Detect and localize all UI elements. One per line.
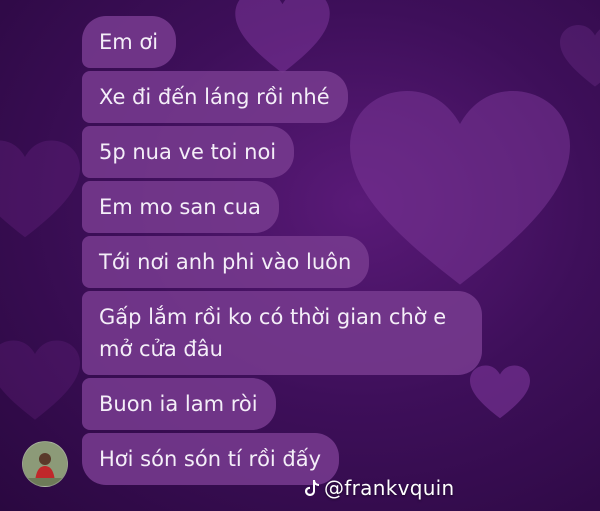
message-bubble[interactable]: 5p nua ve toi noi bbox=[82, 126, 295, 178]
message-bubble[interactable]: Buon ia lam ròi bbox=[82, 378, 276, 430]
watermark: @frankvquin bbox=[304, 476, 455, 500]
message-thread: Em ơi Xe đi đến láng rồi nhé 5p nua ve t… bbox=[0, 0, 600, 511]
message-bubble[interactable]: Hơi són són tí rồi đấy bbox=[82, 433, 340, 485]
message-bubble[interactable]: Em mo san cua bbox=[82, 181, 279, 233]
message-bubble[interactable]: Em ơi bbox=[82, 16, 177, 68]
watermark-handle: @frankvquin bbox=[324, 476, 455, 500]
avatar[interactable] bbox=[22, 441, 68, 487]
tiktok-icon bbox=[305, 480, 319, 496]
message-bubble[interactable]: Gấp lắm rồi ko có thời gian chờ e mở cửa… bbox=[82, 291, 482, 375]
message-bubble[interactable]: Xe đi đến láng rồi nhé bbox=[82, 71, 348, 123]
message-bubble[interactable]: Tới nơi anh phi vào luôn bbox=[82, 236, 370, 288]
